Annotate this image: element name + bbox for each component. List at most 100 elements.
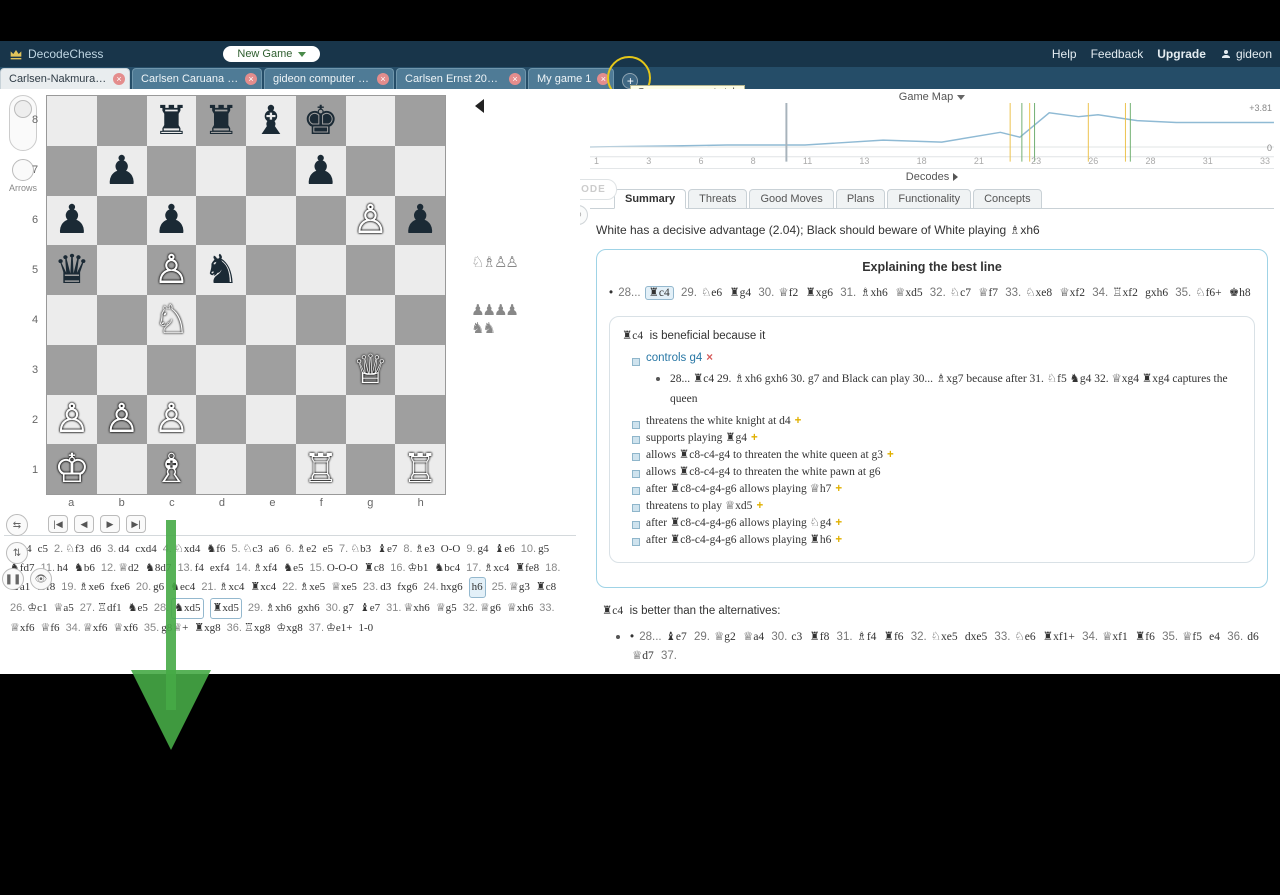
square-a2[interactable]: ♙ xyxy=(47,395,97,445)
nav-button[interactable]: |◀ xyxy=(48,515,68,533)
explain-bullet[interactable]: after ♜c8-c4-g4-g6 allows playing ♘g4+ xyxy=(632,515,1242,529)
square-f6[interactable] xyxy=(296,196,346,246)
game-tab[interactable]: My game 1× xyxy=(528,68,614,89)
square-c5[interactable]: ♙ xyxy=(147,245,197,295)
square-a7[interactable] xyxy=(47,146,97,196)
square-c3[interactable] xyxy=(147,345,197,395)
explain-bullet[interactable]: after ♜c8-c4-g4-g6 allows playing ♜h6+ xyxy=(632,532,1242,546)
analysis-tab[interactable]: Concepts xyxy=(973,189,1041,209)
square-b3[interactable] xyxy=(97,345,147,395)
square-b8[interactable] xyxy=(97,96,147,146)
nav-button[interactable]: ▶| xyxy=(126,515,146,533)
square-a4[interactable] xyxy=(47,295,97,345)
square-c2[interactable]: ♙ xyxy=(147,395,197,445)
square-e1[interactable] xyxy=(246,444,296,494)
square-e3[interactable] xyxy=(246,345,296,395)
square-h3[interactable] xyxy=(395,345,445,395)
square-d7[interactable] xyxy=(196,146,246,196)
square-d2[interactable] xyxy=(196,395,246,445)
game-map[interactable]: +3.810 1368111318212326283133 xyxy=(590,103,1274,169)
close-icon[interactable]: × xyxy=(377,73,389,85)
square-d6[interactable] xyxy=(196,196,246,246)
square-f5[interactable] xyxy=(296,245,346,295)
square-b6[interactable] xyxy=(97,196,147,246)
best-line-moves[interactable]: • 28...♜c4 29.♘e6 ♜g4 30.♕f2 ♜xg6 31.♗xh… xyxy=(609,284,1255,304)
square-f7[interactable]: ♟ xyxy=(296,146,346,196)
eye-icon[interactable]: 👁 xyxy=(30,568,52,590)
square-f2[interactable] xyxy=(296,395,346,445)
analysis-tab[interactable]: Plans xyxy=(836,189,886,209)
square-e6[interactable] xyxy=(246,196,296,246)
square-d3[interactable] xyxy=(196,345,246,395)
square-h2[interactable] xyxy=(395,395,445,445)
square-e4[interactable] xyxy=(246,295,296,345)
nav-upgrade[interactable]: Upgrade xyxy=(1157,47,1206,61)
chess-board[interactable]: ♜♜♝♚♟♟♟♟♙♟♛♙♞♘♕♙♙♙♔♗♖♖ xyxy=(46,95,446,495)
square-g4[interactable] xyxy=(346,295,396,345)
square-h6[interactable]: ♟ xyxy=(395,196,445,246)
move-list[interactable]: 1.e4c52.♘f3d63.d4cxd44.♘xd4♞f65.♘c3a66.♗… xyxy=(4,535,576,674)
explain-bullet[interactable]: controls g4×28... ♜c4 29. ♗xh6 gxh6 30. … xyxy=(632,352,1242,409)
square-f4[interactable] xyxy=(296,295,346,345)
close-icon[interactable]: × xyxy=(597,73,609,85)
nav-button[interactable]: ▶ xyxy=(100,515,120,533)
game-tab[interactable]: Carlsen Ernst 2004.01...× xyxy=(396,68,526,89)
square-b5[interactable] xyxy=(97,245,147,295)
pause-icon[interactable]: ❚❚ xyxy=(2,568,24,590)
square-c7[interactable] xyxy=(147,146,197,196)
explain-bullet[interactable]: supports playing ♜g4+ xyxy=(632,430,1242,444)
square-c4[interactable]: ♘ xyxy=(147,295,197,345)
analysis-tab[interactable]: Summary xyxy=(614,189,686,209)
decode-badge[interactable]: DECODE xyxy=(580,179,617,200)
explain-bullet[interactable]: threatens to play ♕xd5+ xyxy=(632,498,1242,512)
decodes-label[interactable]: Decodes xyxy=(590,171,1274,183)
square-g5[interactable] xyxy=(346,245,396,295)
explain-bullet[interactable]: allows ♜c8-c4-g4 to threaten the white q… xyxy=(632,447,1242,461)
square-c6[interactable]: ♟ xyxy=(147,196,197,246)
square-b7[interactable]: ♟ xyxy=(97,146,147,196)
square-a5[interactable]: ♛ xyxy=(47,245,97,295)
new-game-button[interactable]: New Game xyxy=(223,46,320,62)
analysis-tab[interactable]: Threats xyxy=(688,189,747,209)
swap-icon[interactable]: ⇆ xyxy=(6,514,28,536)
square-b1[interactable] xyxy=(97,444,147,494)
square-c1[interactable]: ♗ xyxy=(147,444,197,494)
nav-help[interactable]: Help xyxy=(1052,47,1077,61)
game-tab[interactable]: Carlsen Caruana 2018...× xyxy=(132,68,262,89)
close-icon[interactable]: × xyxy=(113,73,125,85)
square-e7[interactable] xyxy=(246,146,296,196)
game-tab[interactable]: Carlsen-Nakmura 201...× xyxy=(0,68,130,89)
square-g2[interactable] xyxy=(346,395,396,445)
square-e5[interactable] xyxy=(246,245,296,295)
close-icon[interactable]: × xyxy=(509,73,521,85)
square-b4[interactable] xyxy=(97,295,147,345)
square-a8[interactable] xyxy=(47,96,97,146)
square-b2[interactable]: ♙ xyxy=(97,395,147,445)
square-a3[interactable] xyxy=(47,345,97,395)
flip-icon[interactable]: ⇅ xyxy=(6,542,28,564)
brand-logo[interactable]: DecodeChess xyxy=(8,46,103,62)
nav-feedback[interactable]: Feedback xyxy=(1091,47,1144,61)
square-h8[interactable] xyxy=(395,96,445,146)
square-g7[interactable] xyxy=(346,146,396,196)
square-g1[interactable] xyxy=(346,444,396,494)
analysis-tab[interactable]: Functionality xyxy=(887,189,971,209)
square-d4[interactable] xyxy=(196,295,246,345)
no-arrows-toggle[interactable] xyxy=(12,159,34,181)
nav-user[interactable]: gideon xyxy=(1220,47,1272,61)
game-map-title[interactable]: Game Map xyxy=(590,91,1274,103)
square-f3[interactable] xyxy=(296,345,346,395)
square-c8[interactable]: ♜ xyxy=(147,96,197,146)
square-f8[interactable]: ♚ xyxy=(296,96,346,146)
square-a6[interactable]: ♟ xyxy=(47,196,97,246)
nav-button[interactable]: ◀ xyxy=(74,515,94,533)
square-h4[interactable] xyxy=(395,295,445,345)
square-e8[interactable]: ♝ xyxy=(246,96,296,146)
game-tab[interactable]: gideon computer 2018...× xyxy=(264,68,394,89)
square-h7[interactable] xyxy=(395,146,445,196)
close-icon[interactable]: × xyxy=(245,73,257,85)
analysis-tab[interactable]: Good Moves xyxy=(749,189,833,209)
square-g6[interactable]: ♙ xyxy=(346,196,396,246)
explain-bullet[interactable]: after ♜c8-c4-g4-g6 allows playing ♕h7+ xyxy=(632,481,1242,495)
square-e2[interactable] xyxy=(246,395,296,445)
